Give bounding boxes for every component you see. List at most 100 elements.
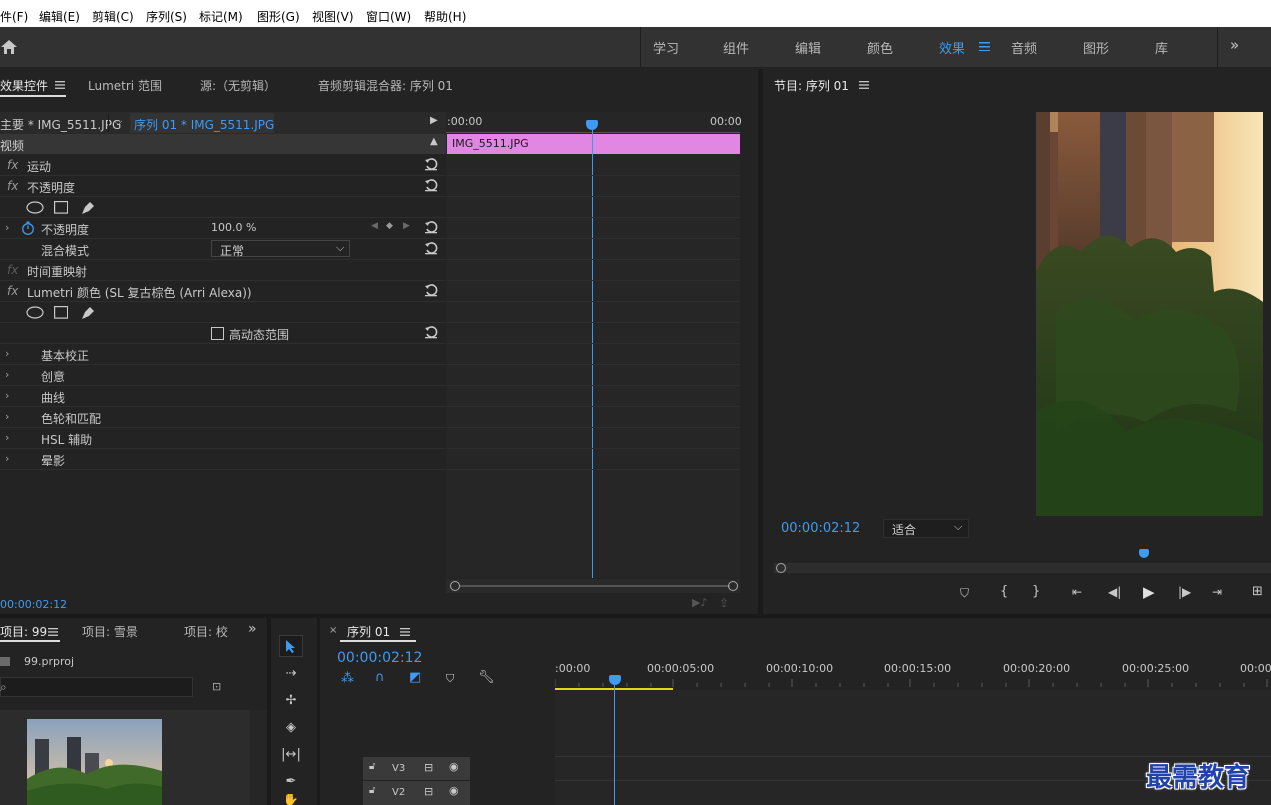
fit-select[interactable]: 适合 ⌵: [883, 519, 969, 538]
project-search-input[interactable]: ⌕: [0, 677, 193, 697]
next-keyframe-icon[interactable]: ▶: [403, 221, 410, 231]
play-icon[interactable]: ▶: [1143, 583, 1155, 601]
workspace-editing[interactable]: 编辑: [795, 38, 821, 57]
master-clip-label[interactable]: 主要 * IMG_5511.JPG: [0, 116, 121, 133]
fx-badge-icon[interactable]: fx: [7, 158, 18, 172]
playhead-handle[interactable]: [586, 120, 598, 130]
export-audio-icon[interactable]: ▶♪: [692, 596, 707, 609]
workspace-audio[interactable]: 音频: [1011, 38, 1037, 57]
workspace-color[interactable]: 颜色: [867, 38, 893, 57]
close-tab-icon[interactable]: ×: [329, 625, 337, 636]
timeline-tab-title[interactable]: 序列 01: [347, 623, 390, 640]
find-in-project-icon[interactable]: ⊡: [212, 680, 221, 693]
workspace-graphics[interactable]: 图形: [1083, 38, 1109, 57]
rectangle-mask-icon[interactable]: [54, 201, 68, 214]
panel-menu-icon[interactable]: [55, 81, 65, 89]
tab-project-99[interactable]: 项目: 99: [0, 623, 47, 640]
video-frame[interactable]: [1036, 112, 1263, 516]
menu-help[interactable]: 帮助(H): [424, 8, 466, 25]
pen-mask-icon[interactable]: [80, 305, 96, 320]
opacity-value[interactable]: 100.0 %: [211, 221, 256, 234]
snap-icon[interactable]: ∩: [375, 670, 385, 685]
play-only-clip-icon[interactable]: ▶: [430, 115, 438, 126]
effect-row-opacity[interactable]: fx 不透明度: [0, 176, 446, 197]
more-workspaces-icon[interactable]: »: [1230, 36, 1239, 54]
reset-icon[interactable]: [424, 283, 438, 297]
tab-audio-clip-mixer[interactable]: 音频剪辑混合器: 序列 01: [318, 77, 453, 94]
effect-row-lumetri[interactable]: fx Lumetri 颜色 (SL 复古棕色 (Arri Alexa)): [0, 281, 446, 302]
stopwatch-icon[interactable]: [21, 221, 35, 235]
ellipse-mask-icon[interactable]: [26, 201, 44, 214]
panel-menu-icon[interactable]: [859, 81, 869, 89]
program-zoom-bar[interactable]: [774, 563, 1271, 573]
lock-icon[interactable]: 🔓︎: [369, 761, 375, 772]
fx-badge-icon[interactable]: fx: [7, 284, 18, 298]
expand-arrow-icon[interactable]: ›: [5, 410, 9, 423]
add-marker-icon[interactable]: ⛉: [960, 586, 969, 601]
rectangle-mask-icon[interactable]: [54, 306, 68, 319]
workspace-libraries[interactable]: 库: [1155, 38, 1168, 57]
menu-file[interactable]: 件(F): [0, 8, 28, 25]
tab-project-other[interactable]: 项目: 校: [184, 623, 228, 640]
collapse-up-icon[interactable]: ▲: [430, 136, 438, 147]
workspace-effects[interactable]: 效果: [939, 38, 965, 57]
reset-icon[interactable]: [424, 241, 438, 255]
selection-tool-icon[interactable]: [279, 635, 303, 657]
section-color-wheels[interactable]: › 色轮和匹配: [0, 407, 446, 428]
expand-arrow-icon[interactable]: ›: [5, 452, 9, 465]
sync-lock-icon[interactable]: ⊟: [424, 785, 433, 798]
razor-tool-icon[interactable]: ◈: [279, 716, 303, 738]
section-hsl[interactable]: › HSL 辅助: [0, 428, 446, 449]
export-frame-icon[interactable]: ⇪: [719, 596, 729, 610]
program-timecode[interactable]: 00:00:02:12: [781, 521, 860, 536]
menu-view[interactable]: 视图(V): [312, 8, 354, 25]
reset-icon[interactable]: [424, 325, 438, 339]
zoom-scrollbar[interactable]: [446, 579, 740, 593]
reset-icon[interactable]: [424, 220, 438, 234]
expand-arrow-icon[interactable]: ›: [5, 368, 9, 381]
hand-tool-icon[interactable]: ✋: [279, 794, 303, 805]
pen-mask-icon[interactable]: [80, 200, 96, 215]
step-back-icon[interactable]: ◀|: [1108, 585, 1121, 599]
opacity-param-row[interactable]: › 不透明度 100.0 % ◀ ◆ ▶: [0, 218, 446, 239]
go-to-in-icon[interactable]: ⇤: [1072, 585, 1082, 599]
go-to-out-icon[interactable]: ⇥: [1212, 585, 1222, 599]
menu-window[interactable]: 窗口(W): [366, 8, 411, 25]
expand-arrow-icon[interactable]: ›: [5, 221, 9, 234]
track-select-tool-icon[interactable]: ⇢: [279, 662, 303, 684]
eye-icon[interactable]: ◉: [449, 784, 459, 797]
hdr-checkbox[interactable]: [211, 327, 224, 340]
menu-clip[interactable]: 剪辑(C): [92, 8, 134, 25]
tab-effect-controls[interactable]: 效果控件: [0, 77, 48, 94]
effect-row-motion[interactable]: fx 运动: [0, 155, 446, 176]
linked-selection-icon[interactable]: ◩: [409, 670, 421, 685]
tab-lumetri-scopes[interactable]: Lumetri 范围: [88, 77, 162, 94]
track-label-v2[interactable]: V2: [392, 787, 405, 798]
section-creative[interactable]: › 创意: [0, 365, 446, 386]
nest-toggle-icon[interactable]: ⁂: [341, 671, 354, 686]
effect-current-time[interactable]: 00:00:02:12: [0, 598, 67, 611]
section-basic-correction[interactable]: › 基本校正: [0, 344, 446, 365]
prev-keyframe-icon[interactable]: ◀: [371, 221, 378, 231]
add-keyframe-icon[interactable]: ◆: [386, 221, 393, 231]
ripple-edit-tool-icon[interactable]: ✢: [279, 689, 303, 711]
expand-arrow-icon[interactable]: ›: [5, 431, 9, 444]
menu-graphics[interactable]: 图形(G): [257, 8, 300, 25]
expand-arrow-icon[interactable]: ›: [5, 347, 9, 360]
panel-menu-icon[interactable]: [48, 628, 58, 636]
timeline-ruler[interactable]: :00:00 00:00:05:00 00:00:10:00 00:00:15:…: [555, 655, 1271, 690]
section-curves[interactable]: › 曲线: [0, 386, 446, 407]
lock-icon[interactable]: 🔓︎: [369, 785, 375, 796]
step-forward-icon[interactable]: |▶: [1178, 585, 1191, 599]
workspace-learn[interactable]: 学习: [653, 38, 679, 57]
wrench-icon[interactable]: 🔧︎: [478, 670, 495, 685]
panel-menu-icon[interactable]: [400, 628, 410, 636]
reset-icon[interactable]: [424, 178, 438, 192]
project-thumbnail[interactable]: [27, 719, 162, 805]
add-marker-icon[interactable]: ⛉: [446, 672, 454, 686]
reset-icon[interactable]: [424, 157, 438, 171]
mark-in-icon[interactable]: {: [1000, 584, 1008, 599]
section-vignette[interactable]: › 晕影: [0, 449, 446, 470]
tab-source[interactable]: 源:（无剪辑）: [200, 77, 276, 94]
sequence-clip-label[interactable]: 序列 01 * IMG_5511.JPG: [134, 116, 274, 133]
